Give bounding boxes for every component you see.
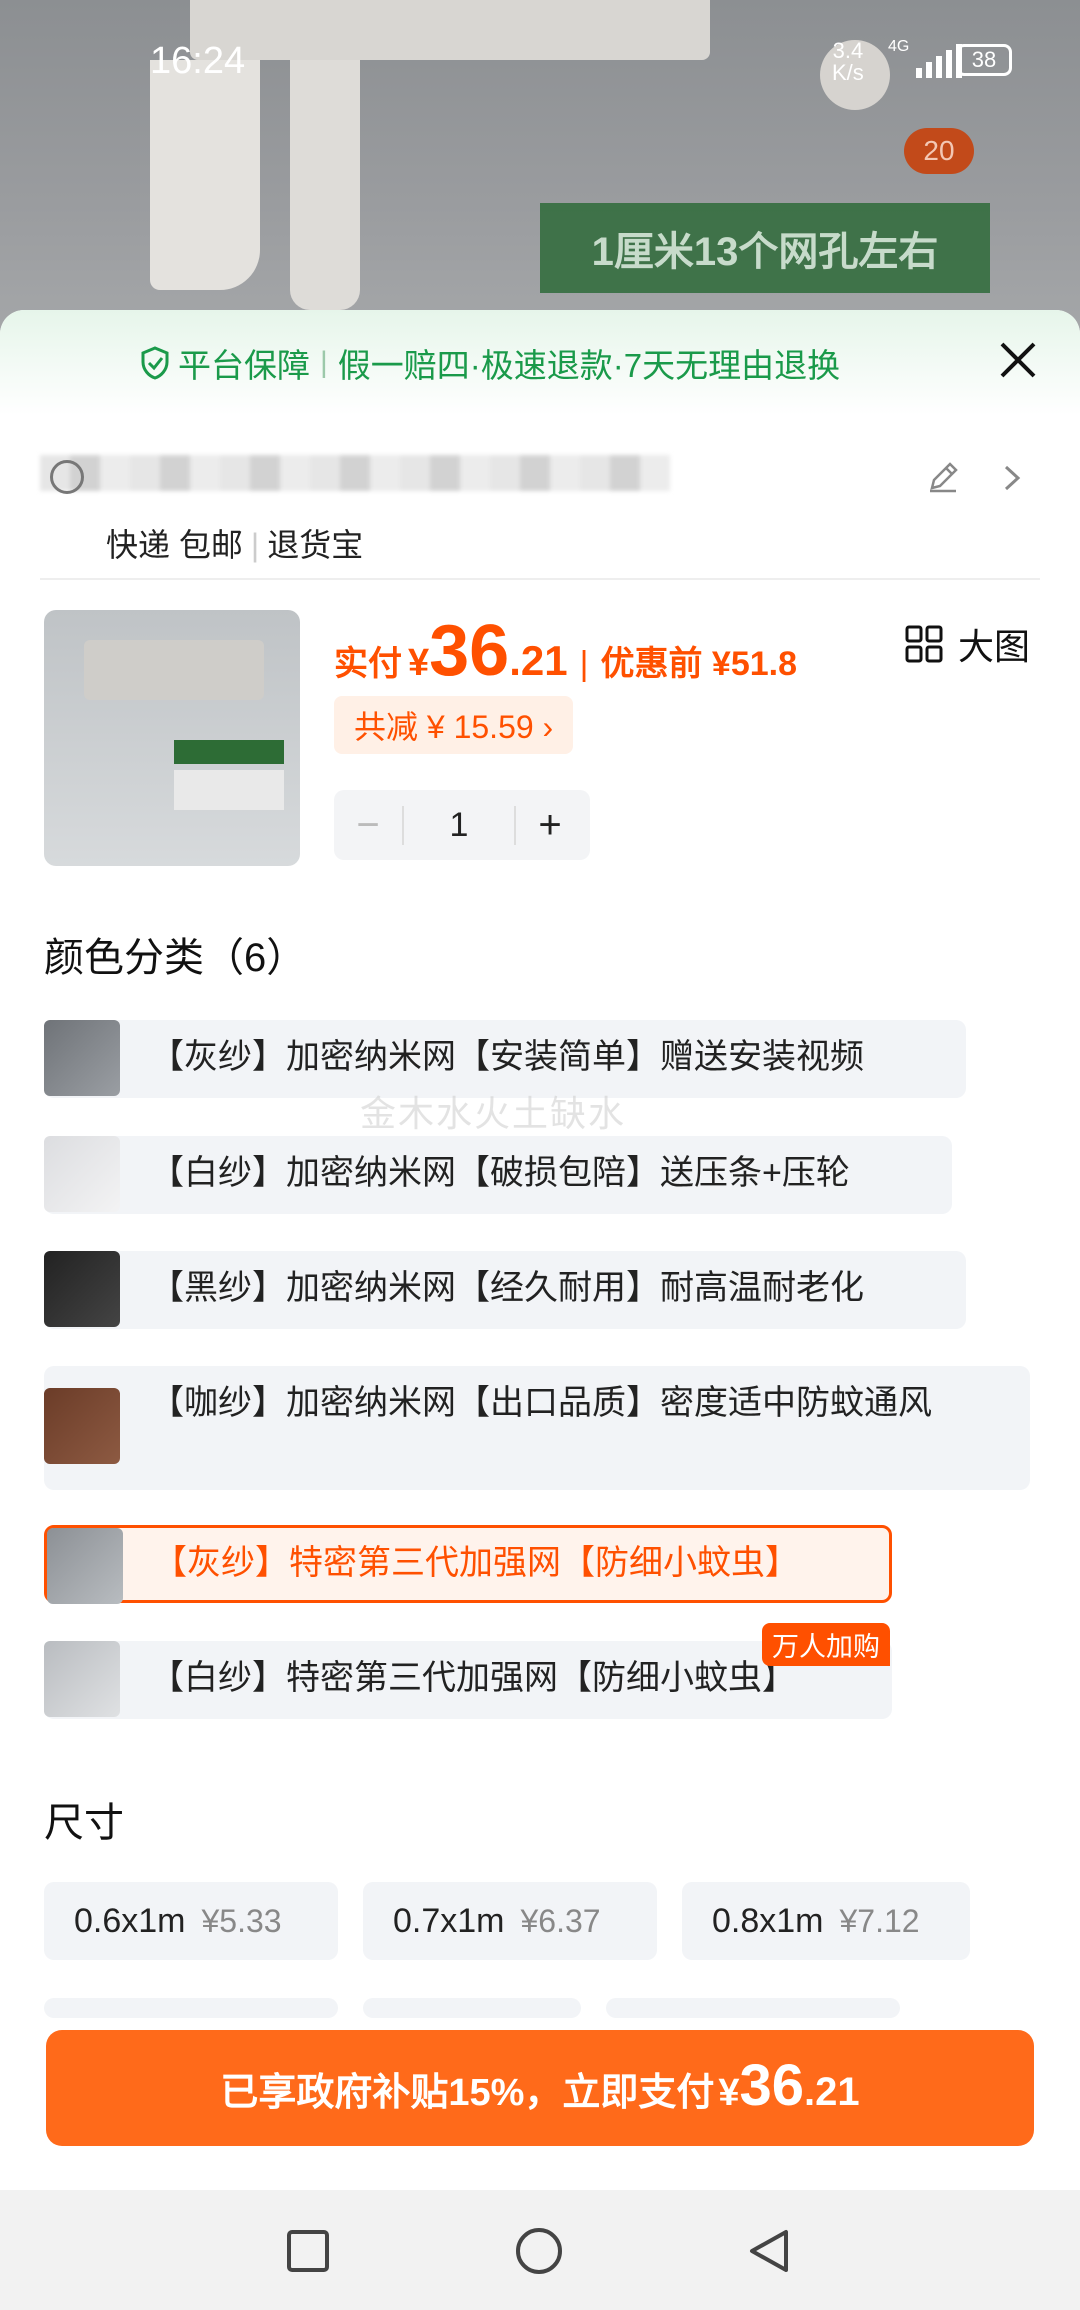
option-label: 【灰纱】特密第三代加强网【防细小蚊虫】 <box>153 1544 799 1582</box>
status-bar: 16:24 3.4 K/s 4G 38 <box>0 0 1080 120</box>
size-label: 0.6x1m <box>74 1901 186 1940</box>
color-section-title: 颜色分类（6） <box>44 936 307 980</box>
size-price: ¥5.33 <box>201 1902 282 1939</box>
chevron-right-icon[interactable] <box>1000 463 1024 493</box>
divider <box>40 578 1040 580</box>
image-count-badge: 20 <box>904 128 974 174</box>
separator: | <box>320 345 328 379</box>
grid-view-icon <box>905 625 943 663</box>
size-option-partial[interactable] <box>606 1998 900 2018</box>
option-label: 【灰纱】加密纳米网【安装简单】赠送安装视频 <box>150 1038 864 1076</box>
pay-currency: ¥ <box>718 2072 740 2114</box>
size-label: 0.8x1m <box>712 1901 824 1940</box>
option-label: 【白纱】加密纳米网【破损包陪】送压条+压轮 <box>150 1154 850 1192</box>
assurance-items: 假一赔四·极速退款·7天无理由退换 <box>337 346 841 384</box>
color-option-selected[interactable]: 【灰纱】特密第三代加强网【防细小蚊虫】 <box>44 1525 892 1604</box>
size-section-title: 尺寸 <box>44 1801 124 1845</box>
system-navigation-bar <box>0 2190 1080 2310</box>
option-thumbnail <box>44 1136 120 1212</box>
option-thumbnail <box>44 1251 120 1327</box>
pay-price-decimal: .21 <box>804 2070 860 2114</box>
signal-icon: 4G <box>888 38 962 78</box>
original-price: 优惠前 ¥51.8 <box>600 645 797 683</box>
edit-pencil-icon[interactable] <box>926 460 960 494</box>
close-icon[interactable] <box>998 340 1038 380</box>
size-option[interactable]: 0.7x1m ¥6.37 <box>363 1882 657 1960</box>
size-label: 0.7x1m <box>393 1901 505 1940</box>
platform-assurance-bar: 平台保障 | 假一赔四·极速退款·7天无理由退换 <box>0 310 1080 415</box>
watermark: 金木水火土缺水 <box>360 1093 627 1134</box>
quantity-value[interactable]: 1 <box>402 805 516 845</box>
back-triangle-icon[interactable] <box>744 2226 794 2276</box>
battery-level: 38 <box>971 47 997 72</box>
address-text-blurred <box>40 455 670 491</box>
price-label: 实付 <box>334 645 402 683</box>
option-thumbnail <box>47 1528 123 1604</box>
quantity-increase-button[interactable]: + <box>516 803 584 848</box>
option-label: 【黑纱】加密纳米网【经久耐用】耐高温耐老化 <box>150 1269 864 1307</box>
net-speed-unit: K/s <box>832 60 864 85</box>
big-view-label: 大图 <box>958 626 1031 667</box>
big-view-toggle[interactable]: 大图 <box>904 618 1030 670</box>
product-summary: 实付 ¥ 36 .21 | 优惠前 ¥51.8 共减 ¥ 15.59 › − 1… <box>44 610 1044 870</box>
option-label: 【白纱】特密第三代加强网【防细小蚊虫】 <box>150 1659 796 1697</box>
home-circle-icon[interactable] <box>514 2226 564 2276</box>
assurance-title: 平台保障 <box>178 346 310 384</box>
shipping-tag: 快递 包邮 <box>106 527 243 563</box>
location-icon <box>50 460 84 494</box>
size-option[interactable]: 0.8x1m ¥7.12 <box>682 1882 970 1960</box>
popular-tag: 万人加购 <box>762 1623 890 1666</box>
pay-price-integer: 36 <box>739 2053 805 2118</box>
price-integer: 36 <box>429 611 510 691</box>
net-speed: 3.4 K/s <box>832 40 864 84</box>
option-thumbnail <box>44 1388 120 1464</box>
shipping-address-row[interactable]: 快递 包邮 | 退货宝 <box>40 435 1040 575</box>
separator: | <box>579 645 589 683</box>
status-time: 16:24 <box>150 40 246 82</box>
recents-square-icon[interactable] <box>283 2226 333 2276</box>
option-label: 【咖纱】加密纳米网【出口品质】密度适中防蚊通风 <box>150 1384 932 1422</box>
shield-check-icon <box>141 345 169 380</box>
size-option-partial[interactable] <box>363 1998 581 2018</box>
quantity-stepper: − 1 + <box>334 790 590 860</box>
shipping-tag: 退货宝 <box>267 527 364 563</box>
currency-symbol: ¥ <box>408 642 430 684</box>
size-option-partial[interactable] <box>44 1998 338 2018</box>
net-speed-value: 3.4 <box>832 38 864 63</box>
pay-button-text: 已享政府补贴15%，立即支付 <box>220 2072 715 2114</box>
size-option[interactable]: 0.6x1m ¥5.33 <box>44 1882 338 1960</box>
option-thumbnail <box>44 1020 120 1096</box>
color-option[interactable]: 【黑纱】加密纳米网【经久耐用】耐高温耐老化 <box>44 1251 966 1329</box>
network-type: 4G <box>888 38 910 55</box>
battery-icon: 38 <box>956 44 1012 76</box>
product-thumbnail[interactable] <box>44 610 300 866</box>
size-price: ¥7.12 <box>839 1902 920 1939</box>
quantity-decrease-button[interactable]: − <box>334 803 402 848</box>
size-price: ¥6.37 <box>520 1902 601 1939</box>
discount-badge[interactable]: 共减 ¥ 15.59 › <box>334 696 574 754</box>
color-option[interactable]: 【白纱】加密纳米网【破损包陪】送压条+压轮 <box>44 1136 952 1214</box>
color-option[interactable]: 【咖纱】加密纳米网【出口品质】密度适中防蚊通风 <box>44 1366 1030 1490</box>
price-row: 实付 ¥ 36 .21 | 优惠前 ¥51.8 <box>334 610 797 691</box>
photo-overlay-text: 1厘米13个网孔左右 <box>540 203 990 293</box>
shipping-tags: 快递 包邮 | 退货宝 <box>106 527 364 563</box>
pay-now-button[interactable]: 已享政府补贴15%，立即支付 ¥ 36 .21 <box>46 2030 1034 2146</box>
price-decimal: .21 <box>509 637 568 684</box>
option-thumbnail <box>44 1641 120 1717</box>
